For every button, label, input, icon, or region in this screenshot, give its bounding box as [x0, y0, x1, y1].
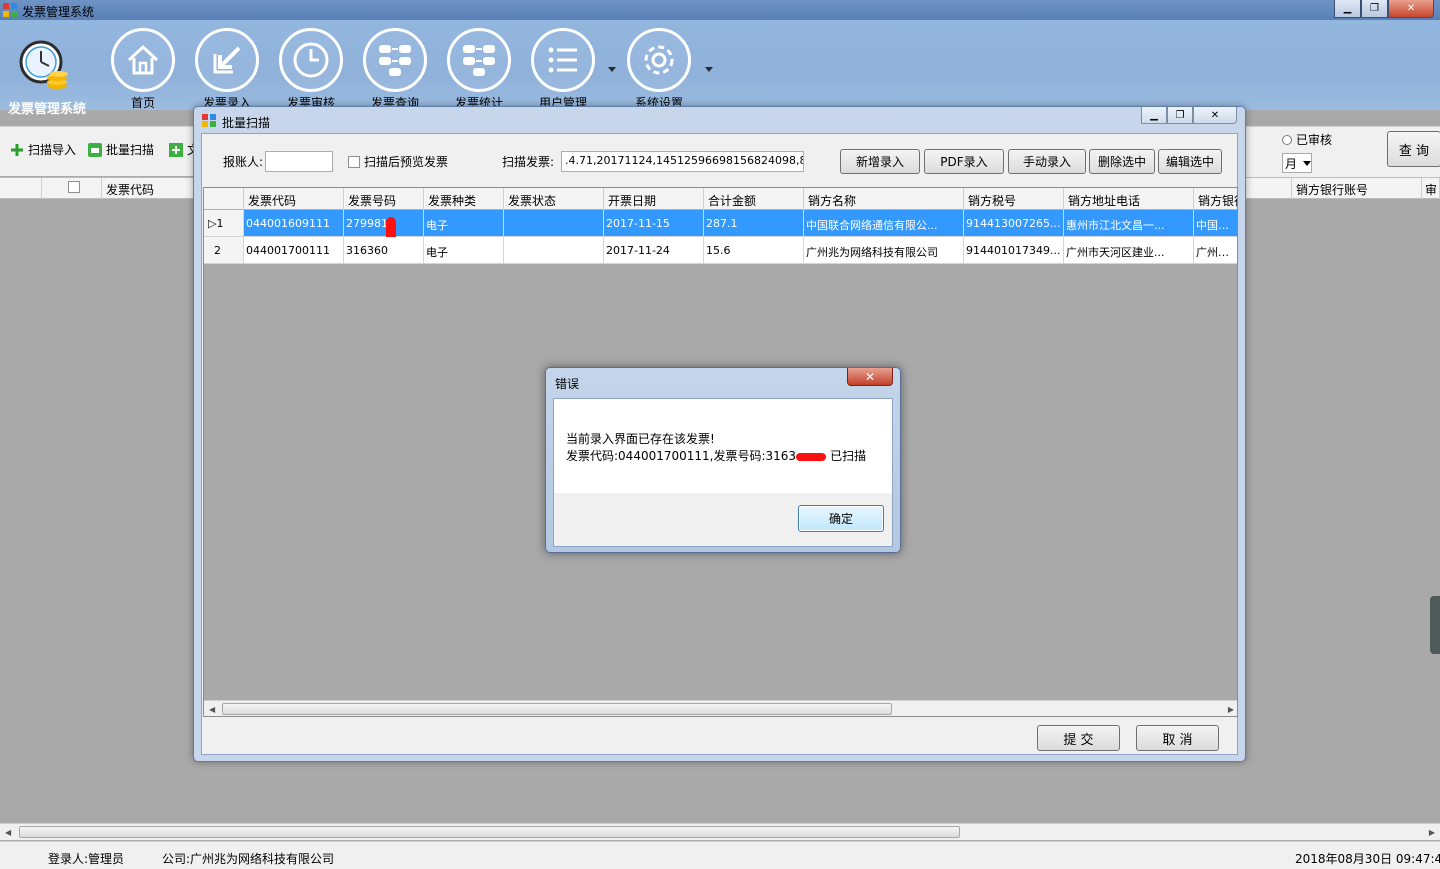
scan-invoice-label: 扫描发票: — [502, 155, 555, 169]
scanner-icon — [88, 142, 102, 157]
redaction-mark — [796, 452, 827, 461]
main-horizontal-scrollbar[interactable]: ◀ ▶ — [0, 823, 1440, 840]
checkbox-box — [348, 155, 360, 168]
minimize-button[interactable]: ▁ — [1334, 0, 1361, 18]
scan-invoice-input[interactable]: .4.71,20171124,1451259669815682409​8,809… — [561, 151, 804, 172]
scan-form: 报账人: 扫描后预览发票 扫描发票: .4.71,20171124,145125… — [202, 134, 1237, 188]
maximize-button[interactable]: ❐ — [1361, 0, 1388, 18]
col-issue-date[interactable]: 开票日期 — [604, 188, 704, 210]
col-seller-address-phone[interactable]: 销方地址电话 — [1064, 188, 1194, 210]
login-user: 登录人:管理员 — [48, 852, 125, 866]
error-close-button[interactable]: ✕ — [847, 368, 893, 386]
dialog-title: 批量扫描 — [222, 116, 271, 130]
company-name: 公司:广州兆为网络科技有限公司 — [162, 852, 335, 866]
approved-radio[interactable]: 已审核 — [1282, 131, 1332, 148]
settings-dropdown-icon[interactable] — [705, 67, 713, 72]
reporter-input[interactable] — [265, 151, 333, 172]
import-arrow-icon — [213, 46, 241, 74]
new-entry-button[interactable]: 新增录入 — [840, 149, 920, 174]
scroll-thumb[interactable] — [222, 703, 892, 715]
bg-col-seller-bank-account[interactable]: 销方银行账号 — [1292, 178, 1422, 199]
nav-home[interactable]: 首页 — [108, 28, 178, 111]
select-all-checkbox[interactable] — [68, 181, 80, 193]
status-bar: 登录人:管理员 公司:广州兆为网络科技有限公司 2018年08月30日 09:4… — [0, 841, 1440, 869]
nav-invoice-stats[interactable]: 发票统计 — [444, 28, 514, 111]
pdf-entry-button[interactable]: PDF录入 — [924, 149, 1004, 174]
clock-icon — [293, 42, 329, 78]
database-stats-icon — [463, 45, 495, 76]
database-search-icon — [379, 45, 411, 76]
table-row[interactable]: 2 044001700111 316360 电子 2017-11-24 15.6… — [204, 237, 1237, 264]
error-message-line2: 发票代码:044001700111,发票号码:3163 已扫描 — [566, 449, 867, 463]
edit-selected-button[interactable]: 编辑选中 — [1158, 149, 1222, 174]
scroll-right-icon[interactable]: ▶ — [1228, 705, 1234, 714]
scroll-right-icon[interactable]: ▶ — [1429, 828, 1435, 837]
window-title: 发票管理系统 — [22, 5, 95, 19]
nav-system-settings[interactable]: 系统设置 — [624, 28, 694, 111]
close-button[interactable]: ✕ — [1388, 0, 1434, 18]
grid-header: 发票代码 发票号码 发票种类 发票状态 开票日期 合计金额 销方名称 销方税号 … — [204, 188, 1237, 210]
bg-col-code[interactable]: 发票代码 — [102, 178, 202, 199]
preview-checkbox[interactable]: 扫描后预览发票 — [348, 153, 448, 170]
nav-ribbon: 发票管理系统 首页 发票录入 发票审核 发票查询 发票统计 用户管理 系统设置 — [0, 20, 1440, 117]
error-dialog-title: 错误 — [555, 377, 580, 391]
gear-icon — [644, 45, 674, 75]
col-seller-tax-id[interactable]: 销方税号 — [964, 188, 1064, 210]
col-invoice-type[interactable]: 发票种类 — [424, 188, 504, 210]
scan-import-button[interactable]: 扫描导入 — [10, 141, 76, 158]
radio-dot — [1282, 134, 1292, 145]
plus-icon — [11, 143, 23, 156]
col-invoice-status[interactable]: 发票状态 — [504, 188, 604, 210]
reporter-label: 报账人: — [223, 155, 264, 169]
submit-button[interactable]: 提 交 — [1037, 725, 1120, 751]
scroll-left-icon[interactable]: ◀ — [5, 828, 11, 837]
main-title-bar: 发票管理系统 ▁ ❐ ✕ — [0, 0, 1440, 20]
query-button[interactable]: 查 询 — [1387, 131, 1440, 167]
app-icon — [202, 114, 216, 127]
table-row[interactable]: ▷1 044001609111 279981 电子 2017-11-15 287… — [204, 210, 1237, 259]
manual-entry-button[interactable]: 手动录入 — [1008, 149, 1086, 174]
col-invoice-number[interactable]: 发票号码 — [344, 188, 424, 210]
chevron-down-icon — [1303, 160, 1312, 166]
dialog-minimize-button[interactable]: ▁ — [1141, 107, 1167, 124]
app-icon — [3, 3, 17, 17]
clock-coins-icon — [19, 40, 68, 89]
nav-invoice-query[interactable]: 发票查询 — [360, 28, 430, 111]
col-total-amount[interactable]: 合计金额 — [704, 188, 804, 210]
batch-scan-button[interactable]: 批量扫描 — [88, 141, 154, 158]
grid-horizontal-scrollbar[interactable]: ◀ ▶ — [204, 700, 1237, 716]
brand: 发票管理系统 — [6, 40, 90, 117]
nav-invoice-audit[interactable]: 发票审核 — [276, 28, 346, 111]
nav-invoice-entry[interactable]: 发票录入 — [192, 28, 262, 111]
ok-button[interactable]: 确定 — [798, 505, 884, 532]
col-seller-bank[interactable]: 销方银行 — [1194, 188, 1237, 210]
delete-selected-button[interactable]: 删除选中 — [1089, 149, 1155, 174]
col-seller-name[interactable]: 销方名称 — [804, 188, 964, 210]
error-dialog-body: 当前录入界面已存在该发票! 发票代码:044001700111,发票号码:316… — [553, 398, 893, 547]
nav-user-management[interactable]: 用户管理 — [528, 28, 598, 111]
brand-title: 发票管理系统 — [8, 102, 87, 117]
col-invoice-code[interactable]: 发票代码 — [244, 188, 344, 210]
scroll-thumb[interactable] — [19, 826, 960, 838]
list-icon — [548, 47, 577, 73]
dialog-title-bar: 批量扫描 ▁ ❐ ✕ — [194, 107, 1245, 133]
month-select[interactable]: 月 — [1282, 153, 1312, 173]
user-menu-dropdown-icon[interactable] — [608, 67, 616, 72]
right-filter-tools: 已审核 月 查 询 — [1240, 127, 1440, 177]
dialog-maximize-button[interactable]: ❐ — [1167, 107, 1193, 124]
home-icon — [127, 44, 159, 75]
bg-col-last[interactable]: 审 — [1422, 178, 1440, 199]
dialog-close-button[interactable]: ✕ — [1193, 107, 1237, 124]
datetime: 2018年08月30日 09:47:46 — [1295, 852, 1440, 866]
scroll-left-icon[interactable]: ◀ — [209, 705, 215, 714]
error-dialog: 错误 ✕ 当前录入界面已存在该发票! 发票代码:044001700111,发票号… — [545, 367, 901, 553]
side-dock-tab[interactable] — [1430, 596, 1440, 654]
plus-icon — [169, 142, 183, 157]
error-message-line1: 当前录入界面已存在该发票! — [566, 432, 715, 446]
cancel-button[interactable]: 取 消 — [1136, 725, 1219, 751]
